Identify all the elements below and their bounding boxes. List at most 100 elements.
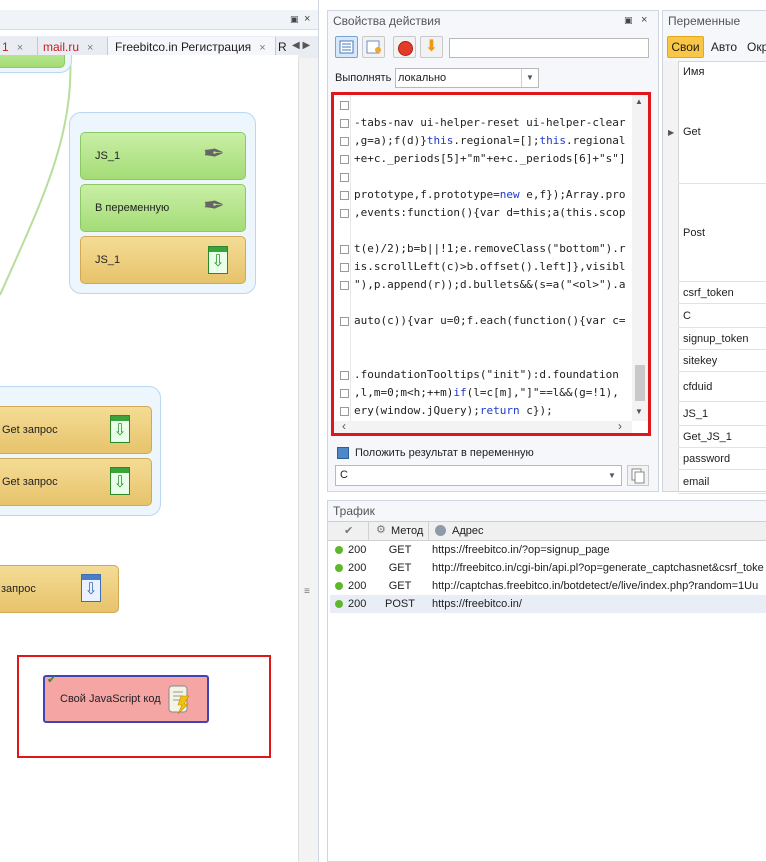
toolbar-stop-button[interactable] [393, 36, 416, 58]
traffic-row[interactable]: 200 GET http://freebitco.in/cgi-bin/api.pl… [330, 559, 766, 577]
variable-row[interactable]: Post [678, 184, 766, 282]
globe-icon [435, 525, 446, 536]
code-line: -tabs-nav ui-helper-reset ui-helper-clea… [354, 116, 626, 129]
toolbar-view-button[interactable] [335, 36, 358, 58]
traffic-row[interactable]: 200 POST https://freebitco.in/ [330, 595, 766, 613]
code-text: ,g=a);f(d)} [354, 134, 427, 147]
fold-marker-icon[interactable] [340, 407, 349, 416]
variable-row[interactable]: Get_JS_1 [678, 426, 766, 448]
fold-marker-icon[interactable] [340, 389, 349, 398]
block-to-variable[interactable]: В переменную ✒ [80, 184, 246, 232]
traffic-row[interactable]: 200 GET https://freebitco.in/?op=signup_pa… [330, 541, 766, 559]
scroll-up-arrow[interactable]: ▲ [635, 97, 643, 106]
code-vertical-scrollbar[interactable]: ▲ ▼ [632, 95, 648, 421]
save-result-checkbox[interactable] [337, 447, 349, 459]
block-get-request-2[interactable]: Get запрос ⇩ [0, 458, 152, 506]
fold-marker-icon[interactable] [340, 137, 349, 146]
traffic-status: 200 [348, 580, 367, 592]
variable-row[interactable]: signup_token [678, 328, 766, 350]
variable-row[interactable]: email [678, 470, 766, 494]
pin-icon[interactable]: ▣ [624, 16, 633, 25]
variables-tab-auto[interactable]: Авто [705, 36, 743, 58]
tab-mail[interactable]: mail.ru × [38, 37, 108, 57]
tab-scroll-arrows[interactable]: ◀ ▶ [292, 40, 310, 51]
scroll-down-arrow[interactable]: ▼ [635, 407, 643, 416]
chevron-down-icon[interactable]: ▼ [521, 69, 538, 87]
code-text: (l=c[m],"]"==l&&(g=!1), [466, 386, 619, 399]
chevron-down-icon[interactable]: ▼ [605, 466, 619, 485]
scroll-left-arrow[interactable]: ‹ [342, 419, 346, 433]
variable-row[interactable]: password [678, 448, 766, 470]
traffic-url[interactable]: https://freebitco.in/ [432, 595, 766, 613]
block-label: В переменную [95, 202, 170, 214]
variable-row[interactable]: Get [678, 80, 766, 184]
pin-icon[interactable]: ▣ [290, 15, 299, 24]
toolbar-download-button[interactable]: ⬇ [420, 36, 443, 58]
variables-panel-title: Переменные [663, 11, 766, 31]
scroll-right-arrow[interactable]: › [618, 419, 622, 433]
block-js1-orange[interactable]: JS_1 ⇩ [80, 236, 246, 284]
variable-row[interactable]: csrf_token [678, 282, 766, 304]
tab-r[interactable]: R [276, 37, 290, 57]
fold-marker-icon[interactable] [340, 245, 349, 254]
traffic-url[interactable]: https://freebitco.in/?op=signup_page [432, 541, 766, 559]
status-ok-icon [335, 600, 343, 608]
fold-marker-icon[interactable] [340, 173, 349, 182]
left-panel-header [0, 10, 318, 30]
variables-header-name: Имя [683, 66, 705, 78]
fold-marker-icon[interactable] [340, 155, 349, 164]
code-line: t(e)/2);b=b||!1;e.removeClass("bottom").… [354, 242, 626, 255]
tab-close-icon[interactable]: × [259, 42, 265, 54]
result-variable-select[interactable]: C ▼ [335, 465, 622, 486]
block-group-top-partial [0, 55, 72, 73]
fold-marker-icon[interactable] [340, 263, 349, 272]
code-keyword: new [499, 188, 520, 201]
code-editor[interactable]: -tabs-nav ui-helper-reset ui-helper-clea… [331, 92, 651, 436]
code-line: +e+c._periods[5]+"m"+e+c._periods[6]+"s"… [354, 152, 626, 165]
block-post-request[interactable]: запрос ⇩ [0, 565, 119, 613]
tab-close-icon[interactable]: × [17, 42, 23, 54]
execute-select[interactable]: локально ▼ [395, 68, 539, 88]
fold-marker-icon[interactable] [340, 119, 349, 128]
tab-1[interactable]: 1 × [0, 37, 38, 57]
scroll-grip[interactable]: ≡ [304, 586, 310, 597]
canvas-vertical-scrollbar[interactable]: ≡ [298, 58, 318, 862]
fold-marker-icon[interactable] [340, 281, 349, 290]
fold-marker-icon[interactable] [340, 317, 349, 326]
variables-tab-env[interactable]: Окр [744, 36, 766, 58]
execute-select-value: локально [398, 72, 447, 84]
fold-marker-icon[interactable] [340, 101, 349, 110]
traffic-url[interactable]: http://freebitco.in/cgi-bin/api.pl?op=ge… [432, 559, 766, 577]
block-get-request-1[interactable]: Get запрос ⇩ [0, 406, 152, 454]
traffic-row[interactable]: 200 GET http://captchas.freebitco.in/botde… [330, 577, 766, 595]
tab-close-icon[interactable]: × [87, 42, 93, 54]
download-icon: ⇩ [110, 415, 130, 443]
variable-row[interactable]: sitekey [678, 350, 766, 372]
tab-freebitco-registration[interactable]: Freebitco.in Регистрация × [108, 37, 276, 57]
fold-marker-icon[interactable] [340, 191, 349, 200]
variable-row[interactable]: JS_1 [678, 402, 766, 426]
fold-marker-icon[interactable] [340, 371, 349, 380]
code-horizontal-scrollbar[interactable]: ‹ › [334, 419, 632, 433]
tab-label: Авто [710, 40, 738, 54]
close-icon[interactable]: × [304, 13, 310, 25]
toolbar-settings-button[interactable] [362, 36, 385, 58]
close-icon[interactable]: × [641, 14, 647, 26]
variables-tab-own[interactable]: Свои [667, 36, 704, 58]
toolbar-search-input[interactable] [449, 38, 649, 58]
scroll-thumb[interactable] [635, 365, 645, 401]
block-js1[interactable]: JS_1 ✒ [80, 132, 246, 180]
fold-marker-icon[interactable] [340, 209, 349, 218]
traffic-method: GET [388, 562, 412, 574]
workflow-canvas[interactable]: JS_1 ✒ В переменную ✒ JS_1 ⇩ Get запрос … [0, 55, 298, 862]
partial-block[interactable] [0, 55, 65, 68]
variable-row[interactable]: C [678, 304, 766, 328]
traffic-method: POST [385, 598, 415, 610]
block-custom-javascript[interactable]: ✔ Свой JavaScript код [43, 674, 209, 723]
variable-row[interactable]: cfduid [678, 372, 766, 402]
copy-icon[interactable] [627, 465, 649, 486]
code-keyword: this [426, 134, 454, 147]
tab-label: R [278, 40, 287, 54]
traffic-url[interactable]: http://captchas.freebitco.in/botdetect/e… [432, 577, 766, 595]
code-text: prototype,f.prototype= [354, 188, 500, 201]
